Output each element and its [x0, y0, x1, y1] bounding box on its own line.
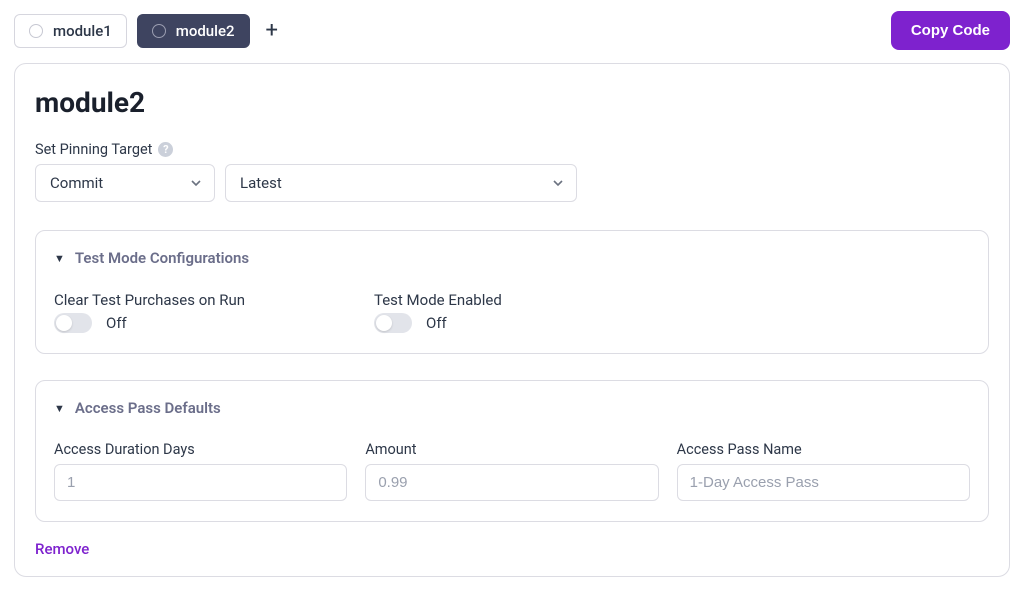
- module-tabs: module1 module2 +: [14, 14, 284, 48]
- toggles-row: Clear Test Purchases on Run Off Test Mod…: [54, 291, 970, 333]
- clear-test-purchases-block: Clear Test Purchases on Run Off: [54, 291, 374, 333]
- select-value: Commit: [50, 174, 103, 192]
- pinning-version-select[interactable]: Latest: [225, 164, 577, 202]
- access-defaults-card: ▼ Access Pass Defaults Access Duration D…: [35, 380, 989, 522]
- select-value: Latest: [240, 174, 282, 192]
- toggle-line: Off: [54, 313, 374, 333]
- amount-field: Amount: [365, 441, 658, 501]
- clear-test-purchases-toggle[interactable]: [54, 313, 92, 333]
- collapse-icon: ▼: [54, 252, 65, 265]
- tab-label: module1: [53, 22, 112, 40]
- radio-icon: [29, 24, 43, 38]
- toggle-label: Test Mode Enabled: [374, 291, 694, 309]
- collapse-icon: ▼: [54, 402, 65, 415]
- test-mode-card: ▼ Test Mode Configurations Clear Test Pu…: [35, 230, 989, 354]
- toggle-state: Off: [426, 314, 447, 332]
- tab-module1[interactable]: module1: [14, 14, 127, 48]
- radio-icon: [152, 24, 166, 38]
- module-title: module2: [35, 86, 989, 119]
- plus-icon: +: [266, 18, 278, 43]
- access-duration-input[interactable]: [54, 464, 347, 501]
- access-pass-name-input[interactable]: [677, 464, 970, 501]
- amount-input[interactable]: [365, 464, 658, 501]
- access-pass-name-field: Access Pass Name: [677, 441, 970, 501]
- field-label: Amount: [365, 441, 658, 458]
- chevron-down-icon: [190, 177, 202, 189]
- help-icon[interactable]: ?: [158, 142, 173, 157]
- pinning-label-row: Set Pinning Target ?: [35, 141, 989, 158]
- chevron-down-icon: [552, 177, 564, 189]
- add-tab-button[interactable]: +: [260, 20, 284, 42]
- toggle-state: Off: [106, 314, 127, 332]
- tab-module2[interactable]: module2: [137, 14, 250, 48]
- test-mode-header[interactable]: ▼ Test Mode Configurations: [54, 249, 970, 267]
- access-duration-field: Access Duration Days: [54, 441, 347, 501]
- pinning-selects: Commit Latest: [35, 164, 989, 202]
- pinning-type-select[interactable]: Commit: [35, 164, 215, 202]
- field-label: Access Pass Name: [677, 441, 970, 458]
- pinning-target-label: Set Pinning Target: [35, 141, 152, 158]
- defaults-row: Access Duration Days Amount Access Pass …: [54, 441, 970, 501]
- remove-link[interactable]: Remove: [35, 540, 89, 558]
- tab-label: module2: [176, 22, 235, 40]
- module-panel: module2 Set Pinning Target ? Commit Late…: [14, 63, 1010, 577]
- test-mode-enabled-block: Test Mode Enabled Off: [374, 291, 694, 333]
- top-bar: module1 module2 + Copy Code: [0, 0, 1024, 61]
- section-title: Access Pass Defaults: [75, 399, 221, 417]
- access-defaults-header[interactable]: ▼ Access Pass Defaults: [54, 399, 970, 417]
- test-mode-enabled-toggle[interactable]: [374, 313, 412, 333]
- field-label: Access Duration Days: [54, 441, 347, 458]
- toggle-line: Off: [374, 313, 694, 333]
- section-title: Test Mode Configurations: [75, 249, 249, 267]
- toggle-label: Clear Test Purchases on Run: [54, 291, 374, 309]
- copy-code-button[interactable]: Copy Code: [891, 11, 1010, 50]
